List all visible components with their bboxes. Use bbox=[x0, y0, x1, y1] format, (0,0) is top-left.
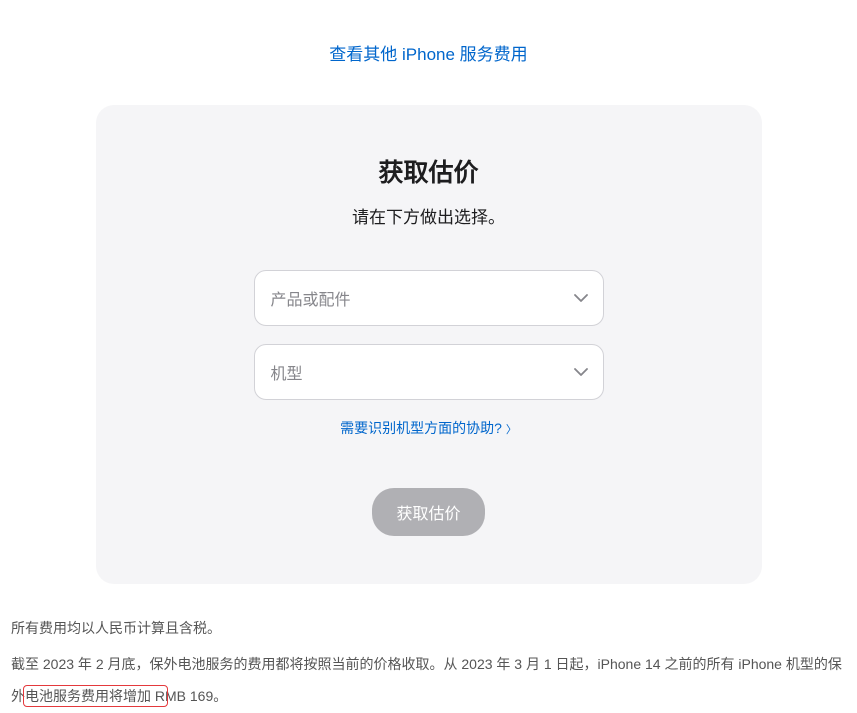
card-title: 获取估价 bbox=[136, 153, 722, 189]
help-link-text: 需要识别机型方面的协助? bbox=[340, 420, 502, 436]
identify-model-help-link[interactable]: 需要识别机型方面的协助? 〉 bbox=[136, 418, 722, 438]
chevron-down-icon bbox=[574, 289, 588, 307]
footer-text: 所有费用均以人民币计算且含税。 截至 2023 年 2 月底，保外电池服务的费用… bbox=[0, 584, 857, 713]
footer-wrapper: 所有费用均以人民币计算且含税。 截至 2023 年 2 月底，保外电池服务的费用… bbox=[0, 584, 857, 713]
model-select-placeholder: 机型 bbox=[271, 360, 303, 384]
product-select[interactable]: 产品或配件 bbox=[254, 270, 604, 326]
footer-line-2: 截至 2023 年 2 月底，保外电池服务的费用都将按照当前的价格收取。从 20… bbox=[11, 648, 846, 712]
other-services-link[interactable]: 查看其他 iPhone 服务费用 bbox=[0, 0, 857, 65]
product-select-placeholder: 产品或配件 bbox=[271, 286, 351, 310]
page-container: 查看其他 iPhone 服务费用 获取估价 请在下方做出选择。 产品或配件 机型 bbox=[0, 0, 857, 713]
model-select-wrapper: 机型 bbox=[254, 344, 604, 400]
product-select-wrapper: 产品或配件 bbox=[254, 270, 604, 326]
model-select[interactable]: 机型 bbox=[254, 344, 604, 400]
chevron-down-icon bbox=[574, 363, 588, 381]
chevron-right-icon: 〉 bbox=[506, 424, 517, 436]
get-estimate-button[interactable]: 获取估价 bbox=[372, 488, 484, 536]
estimate-card: 获取估价 请在下方做出选择。 产品或配件 机型 bbox=[96, 105, 762, 584]
footer-line-1: 所有费用均以人民币计算且含税。 bbox=[11, 612, 846, 644]
card-subtitle: 请在下方做出选择。 bbox=[136, 203, 722, 228]
